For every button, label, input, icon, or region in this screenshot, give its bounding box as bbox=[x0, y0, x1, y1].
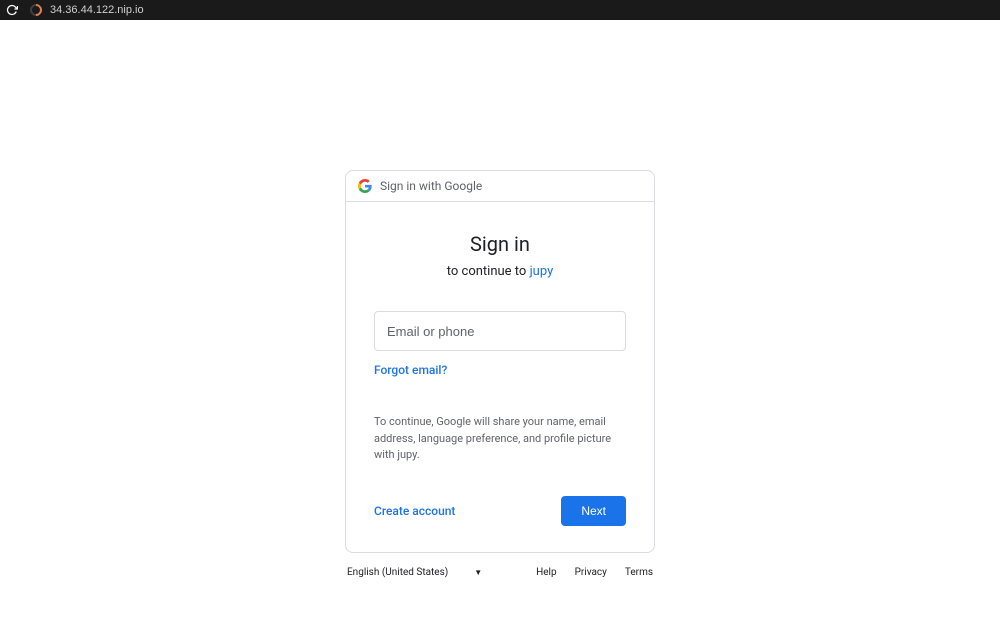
terms-link[interactable]: Terms bbox=[625, 567, 653, 578]
disclaimer-text: To continue, Google will share your name… bbox=[374, 414, 626, 464]
page-content: Sign in with Google Sign in to continue … bbox=[0, 20, 1000, 578]
signin-subtitle: to continue to jupy bbox=[374, 264, 626, 279]
reload-icon[interactable] bbox=[6, 4, 18, 16]
subtitle-prefix: to continue to bbox=[447, 264, 530, 279]
signin-header: Sign in with Google bbox=[346, 171, 654, 202]
footer-links: Help Privacy Terms bbox=[536, 567, 653, 578]
chevron-down-icon: ▼ bbox=[474, 568, 482, 577]
button-row: Create account Next bbox=[374, 496, 626, 526]
browser-bar: 34.36.44.122.nip.io bbox=[0, 0, 1000, 20]
footer: English (United States) ▼ Help Privacy T… bbox=[345, 567, 655, 578]
signin-card: Sign in with Google Sign in to continue … bbox=[345, 170, 655, 553]
language-label: English (United States) bbox=[347, 567, 448, 578]
favicon-icon bbox=[28, 2, 45, 19]
next-button[interactable]: Next bbox=[561, 496, 626, 526]
help-link[interactable]: Help bbox=[536, 567, 556, 578]
signin-title: Sign in bbox=[374, 232, 626, 256]
forgot-email-link[interactable]: Forgot email? bbox=[374, 363, 447, 377]
url-text: 34.36.44.122.nip.io bbox=[50, 4, 144, 16]
signin-body: Sign in to continue to jupy Forgot email… bbox=[346, 202, 654, 552]
app-link[interactable]: jupy bbox=[530, 264, 554, 279]
language-selector[interactable]: English (United States) ▼ bbox=[347, 567, 482, 578]
create-account-link[interactable]: Create account bbox=[374, 504, 455, 518]
signin-header-text: Sign in with Google bbox=[380, 179, 482, 193]
privacy-link[interactable]: Privacy bbox=[575, 567, 607, 578]
google-logo-icon bbox=[358, 179, 372, 193]
email-field[interactable] bbox=[374, 311, 626, 351]
